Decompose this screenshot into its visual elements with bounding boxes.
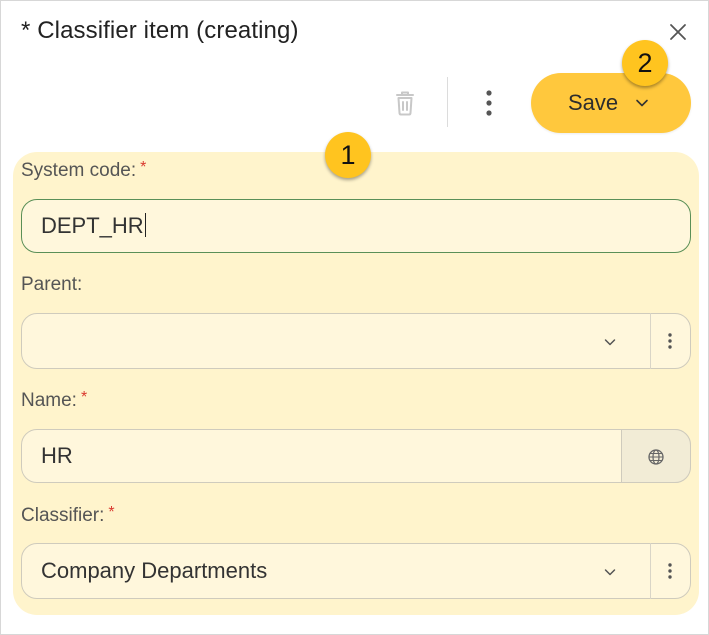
classifier-select[interactable]: Company Departments xyxy=(21,543,691,599)
required-mark: * xyxy=(80,389,88,406)
save-button[interactable]: Save xyxy=(531,73,691,133)
delete-button[interactable] xyxy=(389,87,421,119)
chevron-down-icon xyxy=(604,339,616,346)
chevron-down-icon xyxy=(604,569,616,576)
chevron-down-icon xyxy=(636,99,648,107)
dialog-title: * Classifier item (creating) xyxy=(21,17,299,44)
classifier-item-dialog: * Classifier item (creating) Save System xyxy=(0,0,709,635)
save-button-label: Save xyxy=(568,90,619,115)
classifier-value: Company Departments xyxy=(41,558,268,583)
toolbar-divider xyxy=(447,77,448,127)
text-caret xyxy=(144,213,146,237)
name-input[interactable]: HR xyxy=(21,429,691,483)
parent-more-button[interactable] xyxy=(664,331,676,351)
trash-icon xyxy=(396,91,414,116)
annotation-badge-1: 1 xyxy=(325,132,371,178)
more-vertical-icon xyxy=(486,90,492,116)
close-button[interactable] xyxy=(667,21,689,43)
required-mark: * xyxy=(140,159,147,176)
parent-select[interactable] xyxy=(21,313,691,369)
more-actions-button[interactable] xyxy=(475,87,503,119)
globe-icon xyxy=(648,449,664,465)
annotation-badge-2: 2 xyxy=(622,40,668,86)
parent-label: Parent: xyxy=(21,274,82,296)
system-code-label-text: System code: xyxy=(21,160,137,181)
name-label-text: Name: xyxy=(21,390,77,411)
classifier-label-text: Classifier: xyxy=(21,505,105,526)
classifier-label: Classifier: * xyxy=(21,504,115,527)
classifier-more-button[interactable] xyxy=(664,561,676,581)
system-code-value-text: DEPT_HR xyxy=(41,213,144,238)
more-vertical-icon xyxy=(668,563,672,579)
system-code-value: DEPT_HR xyxy=(41,213,146,239)
parent-label-text: Parent: xyxy=(21,274,83,295)
name-label: Name: * xyxy=(21,389,87,412)
system-code-input[interactable]: DEPT_HR xyxy=(21,199,691,253)
more-vertical-icon xyxy=(668,333,672,349)
required-mark: * xyxy=(108,504,115,521)
translations-button[interactable] xyxy=(621,429,691,483)
name-value: HR xyxy=(41,443,73,468)
system-code-label: System code: * xyxy=(21,159,146,182)
close-icon xyxy=(670,24,686,40)
field-divider xyxy=(650,543,651,599)
field-divider xyxy=(650,313,651,369)
